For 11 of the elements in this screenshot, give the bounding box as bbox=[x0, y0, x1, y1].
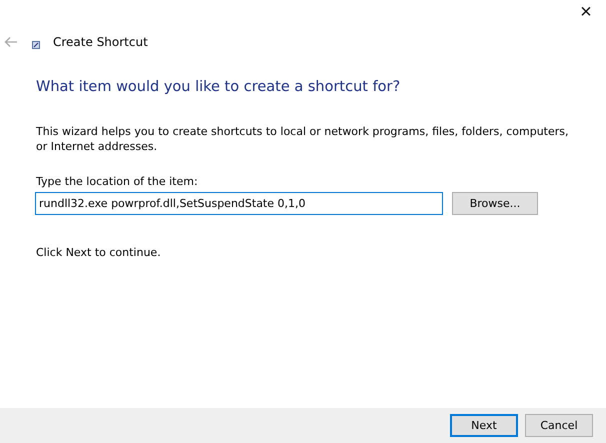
page-heading: What item would you like to create a shortcut for? bbox=[36, 79, 402, 95]
browse-button[interactable]: Browse... bbox=[452, 192, 538, 215]
shortcut-icon bbox=[32, 41, 40, 49]
cancel-button[interactable]: Cancel bbox=[525, 414, 593, 437]
back-arrow-icon[interactable] bbox=[4, 36, 18, 48]
location-field[interactable]: rundll32.exe powrprof.dll,SetSuspendState 0,1,0 bbox=[35, 192, 443, 215]
window-title: Create Shortcut bbox=[53, 35, 148, 49]
next-button[interactable]: Next bbox=[450, 414, 518, 437]
hint-text: Click Next to continue. bbox=[36, 246, 162, 259]
location-label: Type the location of the item: bbox=[36, 175, 199, 188]
intro-text: This wizard helps you to create shortcuts to local or network programs, files, folders, computers, or Internet addresses. bbox=[36, 124, 570, 154]
